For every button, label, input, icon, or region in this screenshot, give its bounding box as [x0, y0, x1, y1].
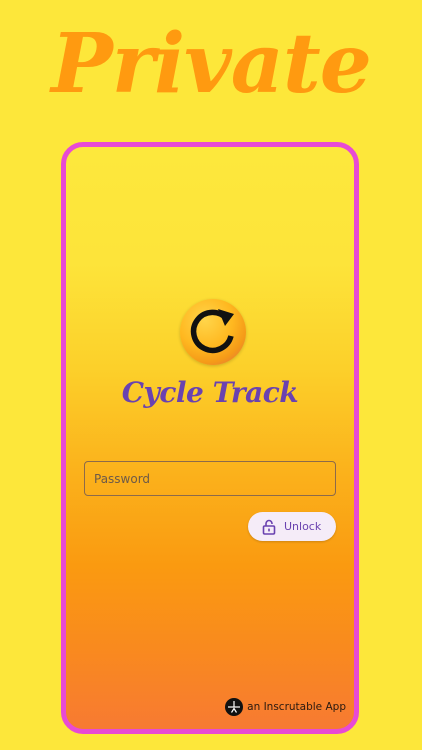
promo-headline: Private: [51, 16, 372, 112]
password-input[interactable]: [85, 462, 335, 495]
phone-frame: Cycle Track Unlock an Inscrutable App: [61, 142, 359, 734]
padlock-icon: [262, 519, 276, 535]
unlock-label: Unlock: [284, 520, 322, 533]
inscrutable-logo-icon: [225, 698, 244, 716]
app-name: Cycle Track: [121, 376, 299, 409]
unlock-button[interactable]: Unlock: [248, 512, 336, 541]
refresh-cycle-icon: [190, 309, 234, 354]
footer-credit: an Inscrutable App: [225, 697, 346, 717]
credit-text: an Inscrutable App: [247, 701, 346, 713]
app-logo: [180, 299, 246, 365]
password-field[interactable]: [84, 461, 336, 496]
